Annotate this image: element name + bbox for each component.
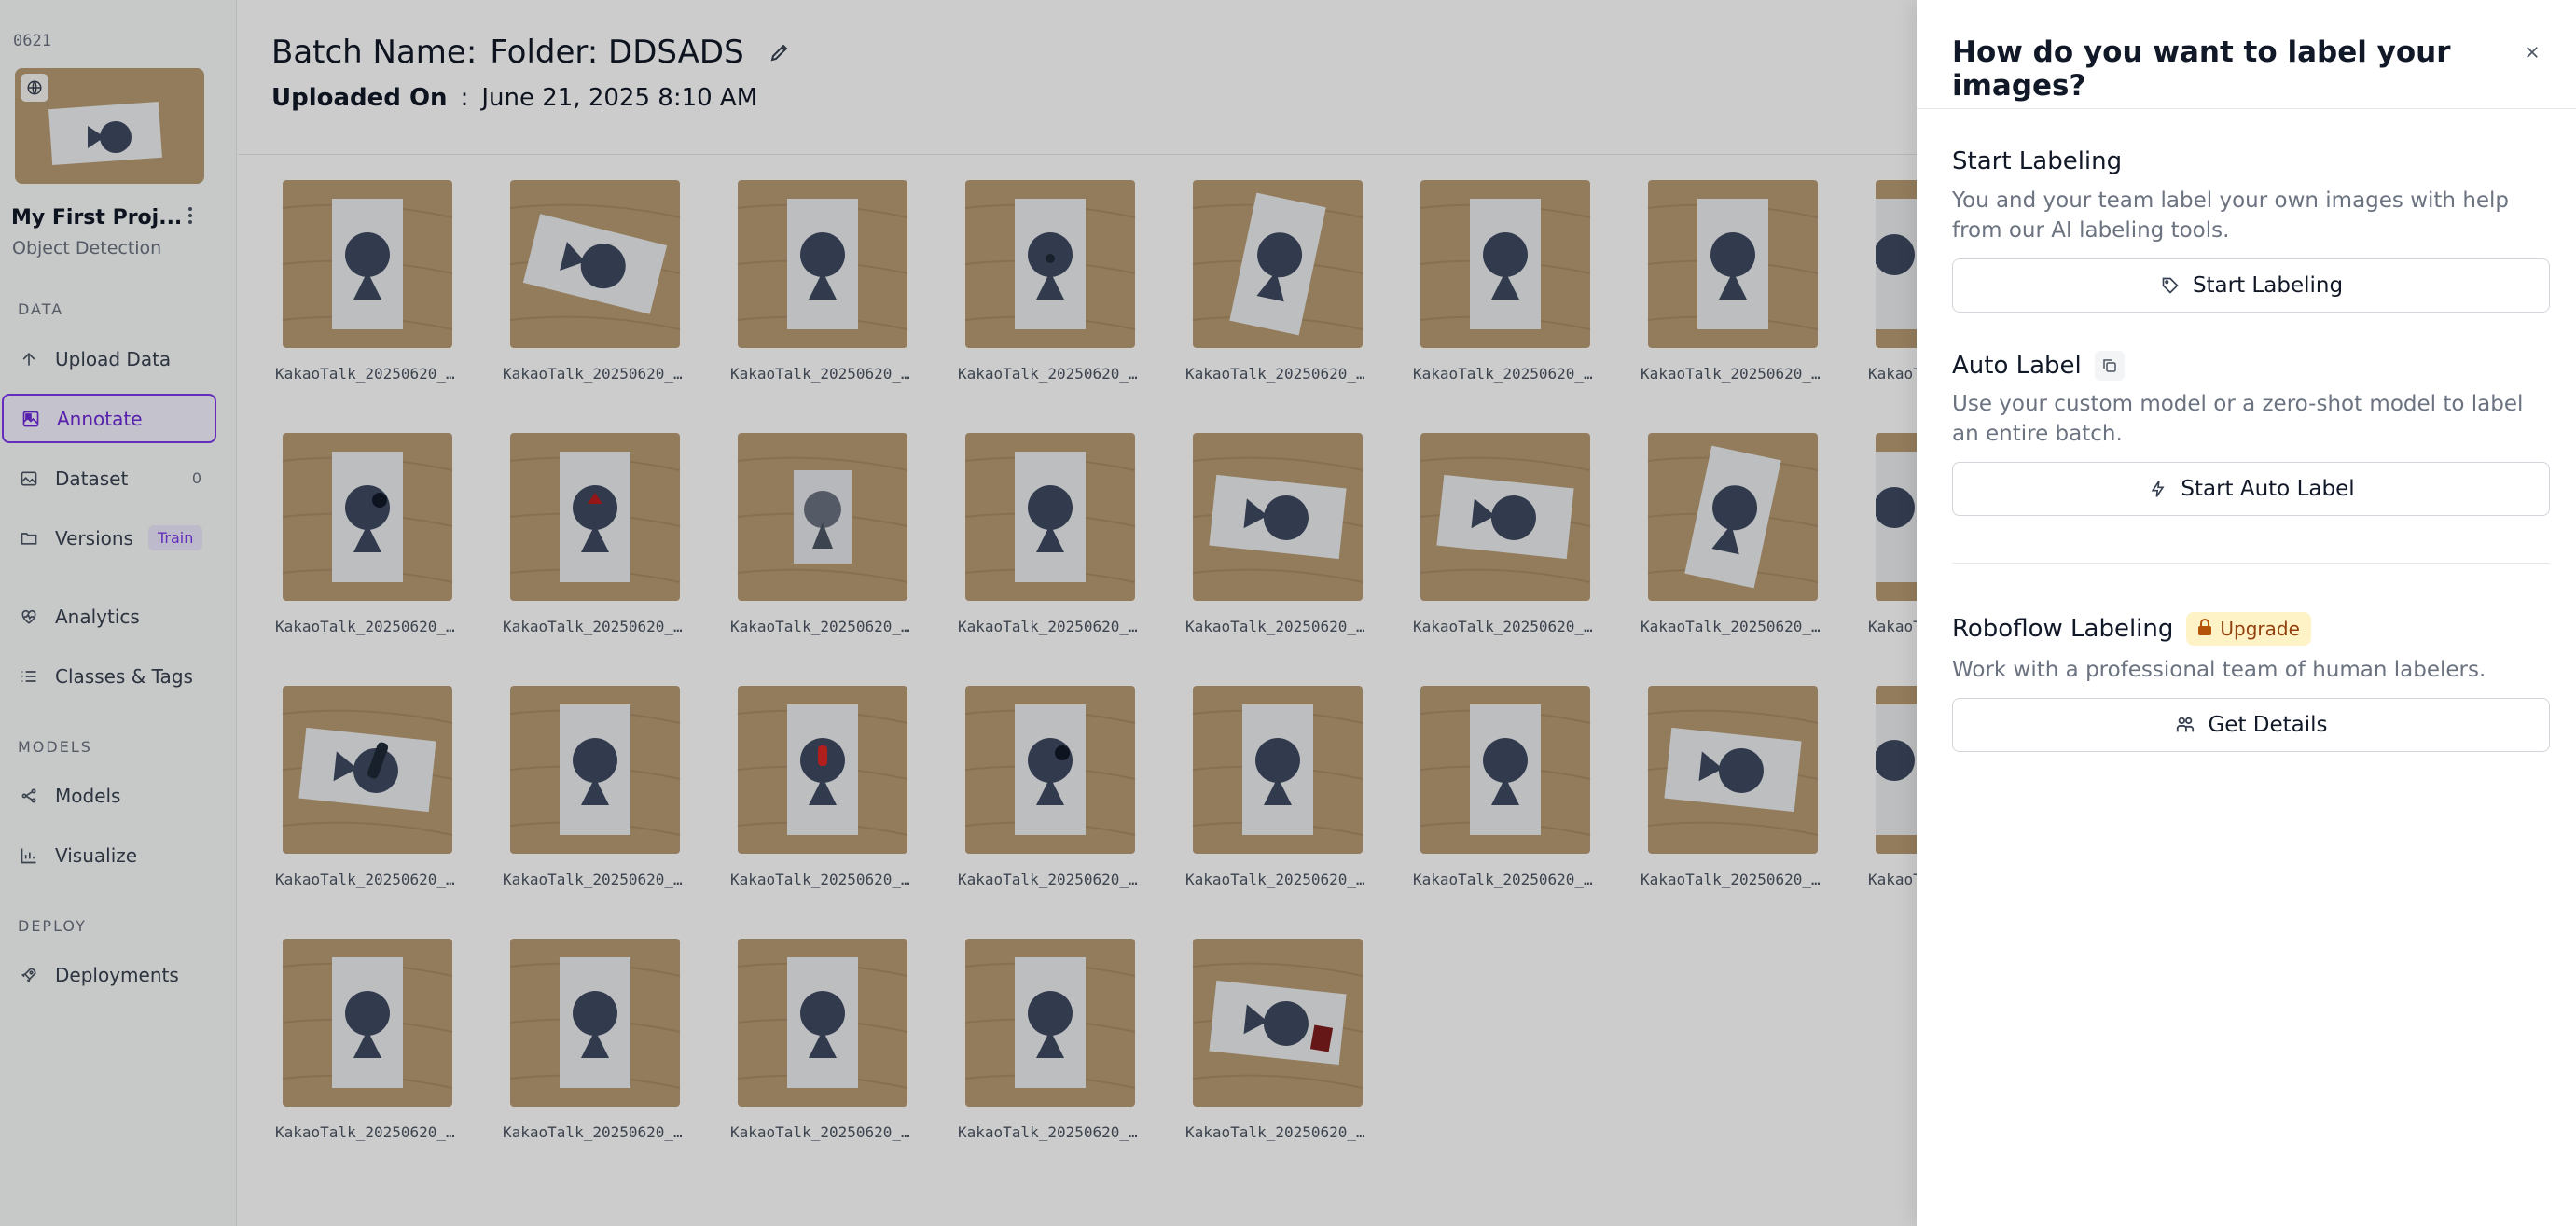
- people-icon: [2174, 714, 2196, 736]
- auto-label-heading: Auto Label: [1952, 351, 2125, 381]
- roboflow-labeling-heading: Roboflow Labeling Upgrade: [1952, 612, 2311, 646]
- page: 0621 My First Proj... Object Detection D…: [0, 0, 2576, 1226]
- lock-icon: [2197, 618, 2212, 640]
- upgrade-badge[interactable]: Upgrade: [2186, 612, 2311, 646]
- upgrade-badge-label: Upgrade: [2220, 618, 2300, 640]
- get-details-button[interactable]: Get Details: [1952, 698, 2550, 752]
- start-labeling-button-label: Start Labeling: [2192, 273, 2344, 298]
- start-labeling-button[interactable]: Start Labeling: [1952, 258, 2550, 313]
- start-auto-label-button[interactable]: Start Auto Label: [1952, 462, 2550, 516]
- drawer-section-divider: [1952, 563, 2550, 564]
- start-labeling-title: Start Labeling: [1952, 147, 2123, 175]
- roboflow-labeling-title: Roboflow Labeling: [1952, 615, 2174, 643]
- get-details-button-label: Get Details: [2208, 713, 2328, 737]
- modal-backdrop[interactable]: [0, 0, 1917, 1226]
- start-labeling-desc: You and your team label your own images …: [1952, 188, 2510, 243]
- roboflow-labeling-desc: Work with a professional team of human l…: [1952, 658, 2486, 682]
- close-icon[interactable]: [2521, 41, 2543, 63]
- auto-label-title: Auto Label: [1952, 352, 2082, 380]
- copy-icon[interactable]: [2094, 351, 2125, 381]
- lightning-icon: [2147, 478, 2169, 500]
- drawer-title: How do you want to label your images?: [1952, 35, 2451, 103]
- label-method-drawer: How do you want to label your images? St…: [1917, 0, 2576, 1226]
- auto-label-desc: Use your custom model or a zero-shot mod…: [1952, 392, 2524, 446]
- drawer-divider: [1917, 108, 2576, 109]
- start-auto-label-button-label: Start Auto Label: [2181, 477, 2355, 501]
- tag-icon: [2159, 274, 2181, 297]
